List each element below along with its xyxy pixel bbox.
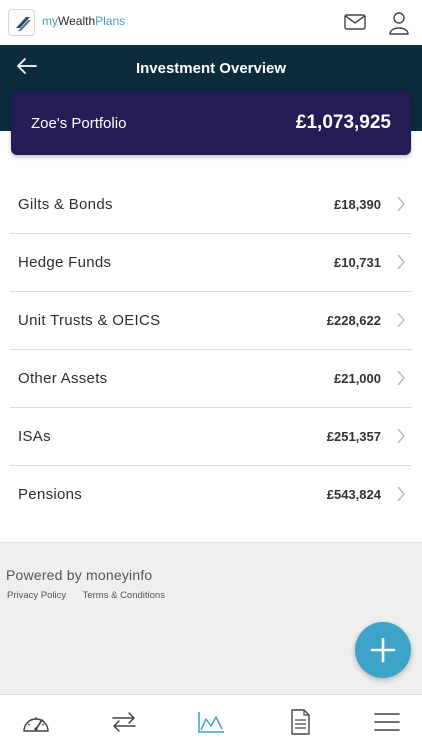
portfolio-total: £1,073,925 [295, 112, 391, 133]
area-chart-icon[interactable] [196, 709, 226, 735]
hamburger-menu-icon[interactable] [372, 709, 402, 735]
mail-icon[interactable] [344, 13, 366, 31]
logo-icon[interactable] [8, 9, 35, 36]
logo-text-my: my [42, 14, 58, 28]
asset-value: £10,731 [334, 255, 381, 270]
asset-row-other-assets[interactable]: Other Assets £21,000 [10, 350, 412, 408]
asset-value: £251,357 [326, 429, 381, 444]
asset-row-pensions[interactable]: Pensions £543,824 [10, 466, 412, 524]
asset-value: £543,824 [326, 487, 381, 502]
asset-value: £21,000 [334, 371, 381, 386]
asset-label: Hedge Funds [18, 254, 112, 271]
terms-conditions-link[interactable]: Terms & Conditions [83, 590, 165, 601]
app-bar: myWealthPlans [0, 0, 422, 45]
asset-list: Gilts & Bonds £18,390 Hedge Funds £10,73… [10, 176, 412, 524]
asset-value: £228,622 [326, 313, 381, 328]
app-logo-text: myWealthPlans [42, 14, 125, 28]
logo-text-wealth: Wealth [58, 14, 96, 28]
powered-by-text: Powered by moneyinfo [6, 567, 153, 583]
asset-label: Unit Trusts & OEICS [18, 312, 161, 329]
privacy-policy-link[interactable]: Privacy Policy [7, 590, 66, 601]
page-title: Investment Overview [135, 60, 287, 77]
asset-row-unit-trusts[interactable]: Unit Trusts & OEICS £228,622 [10, 292, 412, 350]
footer-links: Privacy Policy Terms & Conditions [7, 590, 179, 601]
chevron-right-icon [397, 312, 405, 328]
portfolio-summary-card[interactable]: Zoe's Portfolio £1,073,925 [11, 91, 411, 155]
asset-value: £18,390 [334, 197, 381, 212]
asset-row-hedge-funds[interactable]: Hedge Funds £10,731 [10, 234, 412, 292]
portfolio-name: Zoe's Portfolio [31, 115, 127, 132]
asset-label: Other Assets [18, 370, 108, 387]
chevron-right-icon [397, 428, 405, 444]
asset-row-isas[interactable]: ISAs £251,357 [10, 408, 412, 466]
asset-label: ISAs [18, 428, 51, 445]
asset-label: Gilts & Bonds [18, 196, 113, 213]
bottom-nav [0, 694, 422, 750]
asset-label: Pensions [18, 486, 83, 503]
user-icon[interactable] [388, 11, 410, 35]
swap-arrows-icon[interactable] [109, 709, 139, 735]
chevron-right-icon [397, 370, 405, 386]
document-icon[interactable] [285, 709, 315, 735]
asset-row-gilts-bonds[interactable]: Gilts & Bonds £18,390 [10, 176, 412, 234]
speedometer-icon[interactable] [21, 709, 51, 735]
chevron-right-icon [397, 486, 405, 502]
add-button[interactable] [355, 622, 411, 678]
logo-text-plans: Plans [95, 14, 126, 28]
chevron-right-icon [397, 196, 405, 212]
plus-icon [370, 637, 396, 663]
chevron-right-icon [397, 254, 405, 270]
